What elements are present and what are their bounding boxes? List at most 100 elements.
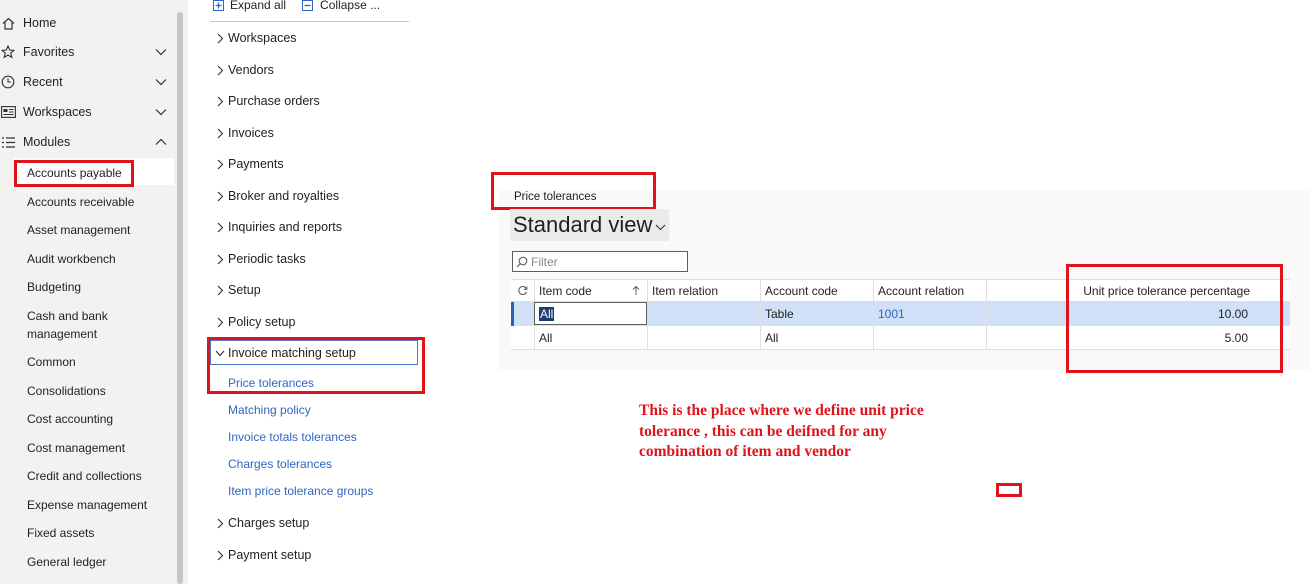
chevron-down-icon[interactable] [152,48,170,56]
tree-group-payments[interactable]: Payments [213,155,284,173]
filter-placeholder: Filter [531,254,558,269]
module-budgeting[interactable]: Budgeting [27,278,177,296]
tree-group-purchase-orders[interactable]: Purchase orders [213,92,320,110]
tree-group-label: Invoices [228,126,274,140]
cell-account-relation[interactable] [873,326,986,350]
nav-favorites-label: Favorites [23,45,75,59]
cell-account-code[interactable]: All [760,326,873,350]
sort-ascending-icon[interactable] [632,285,640,296]
annotation-text: This is the place where we define unit p… [639,401,924,463]
tree-link-matching-policy[interactable]: Matching policy [228,403,311,417]
tree-group-inquiries-and-reports[interactable]: Inquiries and reports [213,218,342,236]
tree-group-label: Payments [228,157,284,171]
chevron-right-icon[interactable] [213,550,227,561]
tree-group-charges-setup[interactable]: Charges setup [213,514,309,532]
nav-recent[interactable]: Recent [0,67,174,97]
nav-home[interactable]: Home [0,8,174,38]
cell-value: 1001 [878,307,905,321]
collapse-all-button[interactable]: Collapse ... [320,0,380,12]
module-general-ledger[interactable]: General ledger [27,553,177,571]
tree-group-label: Setup [228,283,261,297]
chevron-right-icon[interactable] [213,128,227,139]
column-header-label: Item relation [652,283,719,298]
tree-group-label: Workspaces [228,31,297,45]
chevron-right-icon[interactable] [213,191,227,202]
cell-item-relation[interactable] [647,302,760,326]
cell-account-relation[interactable]: 1001 [873,302,986,326]
nav-home-label: Home [23,16,57,30]
chevron-down-icon[interactable] [152,78,170,86]
chevron-right-icon[interactable] [213,65,227,76]
module-consolidations[interactable]: Consolidations [27,382,177,400]
module-cash-and-bank-management[interactable]: Cash and bank management [27,307,127,343]
highlight-box-invoice-matching [207,337,425,394]
module-accounts-receivable[interactable]: Accounts receivable [27,193,177,211]
module-cost-accounting[interactable]: Cost accounting [27,410,177,428]
tree-link-charges-tolerances[interactable]: Charges tolerances [228,457,332,471]
module-audit-workbench[interactable]: Audit workbench [27,250,177,268]
modules-list-icon [0,136,21,149]
column-header-item-code[interactable]: Item code [534,279,647,302]
cell-value: Table [765,307,794,321]
clock-icon [0,75,21,89]
column-header-account-code[interactable]: Account code [760,279,873,302]
chevron-right-icon[interactable] [213,285,227,296]
nav-scrollbar[interactable] [177,12,183,584]
nav-workspaces-label: Workspaces [23,105,92,119]
tree-group-setup[interactable]: Setup [213,281,261,299]
chevron-down-icon[interactable] [152,108,170,116]
annotation-line-1: This is the place where we define unit p… [639,402,924,419]
chevron-right-icon[interactable] [213,317,227,328]
chevron-right-icon[interactable] [213,96,227,107]
cell-item-code[interactable]: All [534,302,647,325]
tree-group-label: Policy setup [228,315,296,329]
module-credit-and-collections[interactable]: Credit and collections [27,467,177,485]
tree-group-label: Vendors [228,63,274,77]
cell-value: All [765,331,779,345]
cell-item-code[interactable]: All [534,326,647,350]
nav-workspaces[interactable]: Workspaces [0,97,174,127]
module-asset-management[interactable]: Asset management [27,221,177,239]
navigation-pane: Home Favorites Recent Workspaces Modules [0,0,188,584]
nav-favorites[interactable]: Favorites [0,37,174,67]
chevron-right-icon[interactable] [213,254,227,265]
refresh-icon[interactable] [511,279,534,302]
module-common[interactable]: Common [27,353,177,371]
chevron-right-icon[interactable] [213,159,227,170]
tree-group-policy-setup[interactable]: Policy setup [213,313,295,331]
expand-all-icon[interactable] [213,0,224,11]
workspaces-icon [0,106,21,118]
collapse-all-icon[interactable] [302,0,314,11]
cell-value: All [539,331,553,345]
module-fixed-assets[interactable]: Fixed assets [27,524,177,542]
tree-group-invoices[interactable]: Invoices [213,124,274,142]
column-header-item-relation[interactable]: Item relation [647,279,760,302]
tree-link-invoice-totals-tolerances[interactable]: Invoice totals tolerances [228,430,357,444]
column-header-account-relation[interactable]: Account relation [873,279,986,302]
tree-toolbar-divider [210,21,409,22]
cell-value: All [539,306,555,321]
module-expense-management[interactable]: Expense management [27,496,177,514]
chevron-up-icon[interactable] [152,138,170,146]
module-cost-management[interactable]: Cost management [27,439,177,457]
tree-group-payment-setup[interactable]: Payment setup [213,546,311,564]
tree-link-item-price-tolerance-groups[interactable]: Item price tolerance groups [228,484,373,498]
tree-group-periodic-tasks[interactable]: Periodic tasks [213,250,306,268]
cell-item-relation[interactable] [647,326,760,350]
tree-group-label: Broker and royalties [228,189,340,203]
chevron-right-icon[interactable] [213,33,227,44]
expand-all-button[interactable]: Expand all [230,0,286,12]
chevron-right-icon[interactable] [213,222,227,233]
tree-group-vendors[interactable]: Vendors [213,61,274,79]
filter-input[interactable]: Filter [512,251,688,272]
cell-account-code[interactable]: Table [760,302,873,326]
annotation-line-2: tolerance , this can be deifned for any [639,422,887,440]
nav-modules[interactable]: Modules [0,127,174,157]
chevron-right-icon[interactable] [213,518,227,529]
column-header-label: Item code [539,283,592,298]
tree-group-broker-and-royalties[interactable]: Broker and royalties [213,187,339,205]
view-selector[interactable]: Standard view [513,212,666,238]
nav-recent-label: Recent [23,75,63,89]
tree-group-workspaces[interactable]: Workspaces [213,29,297,47]
tree-toolbar: Expand all Collapse ... [213,0,380,14]
